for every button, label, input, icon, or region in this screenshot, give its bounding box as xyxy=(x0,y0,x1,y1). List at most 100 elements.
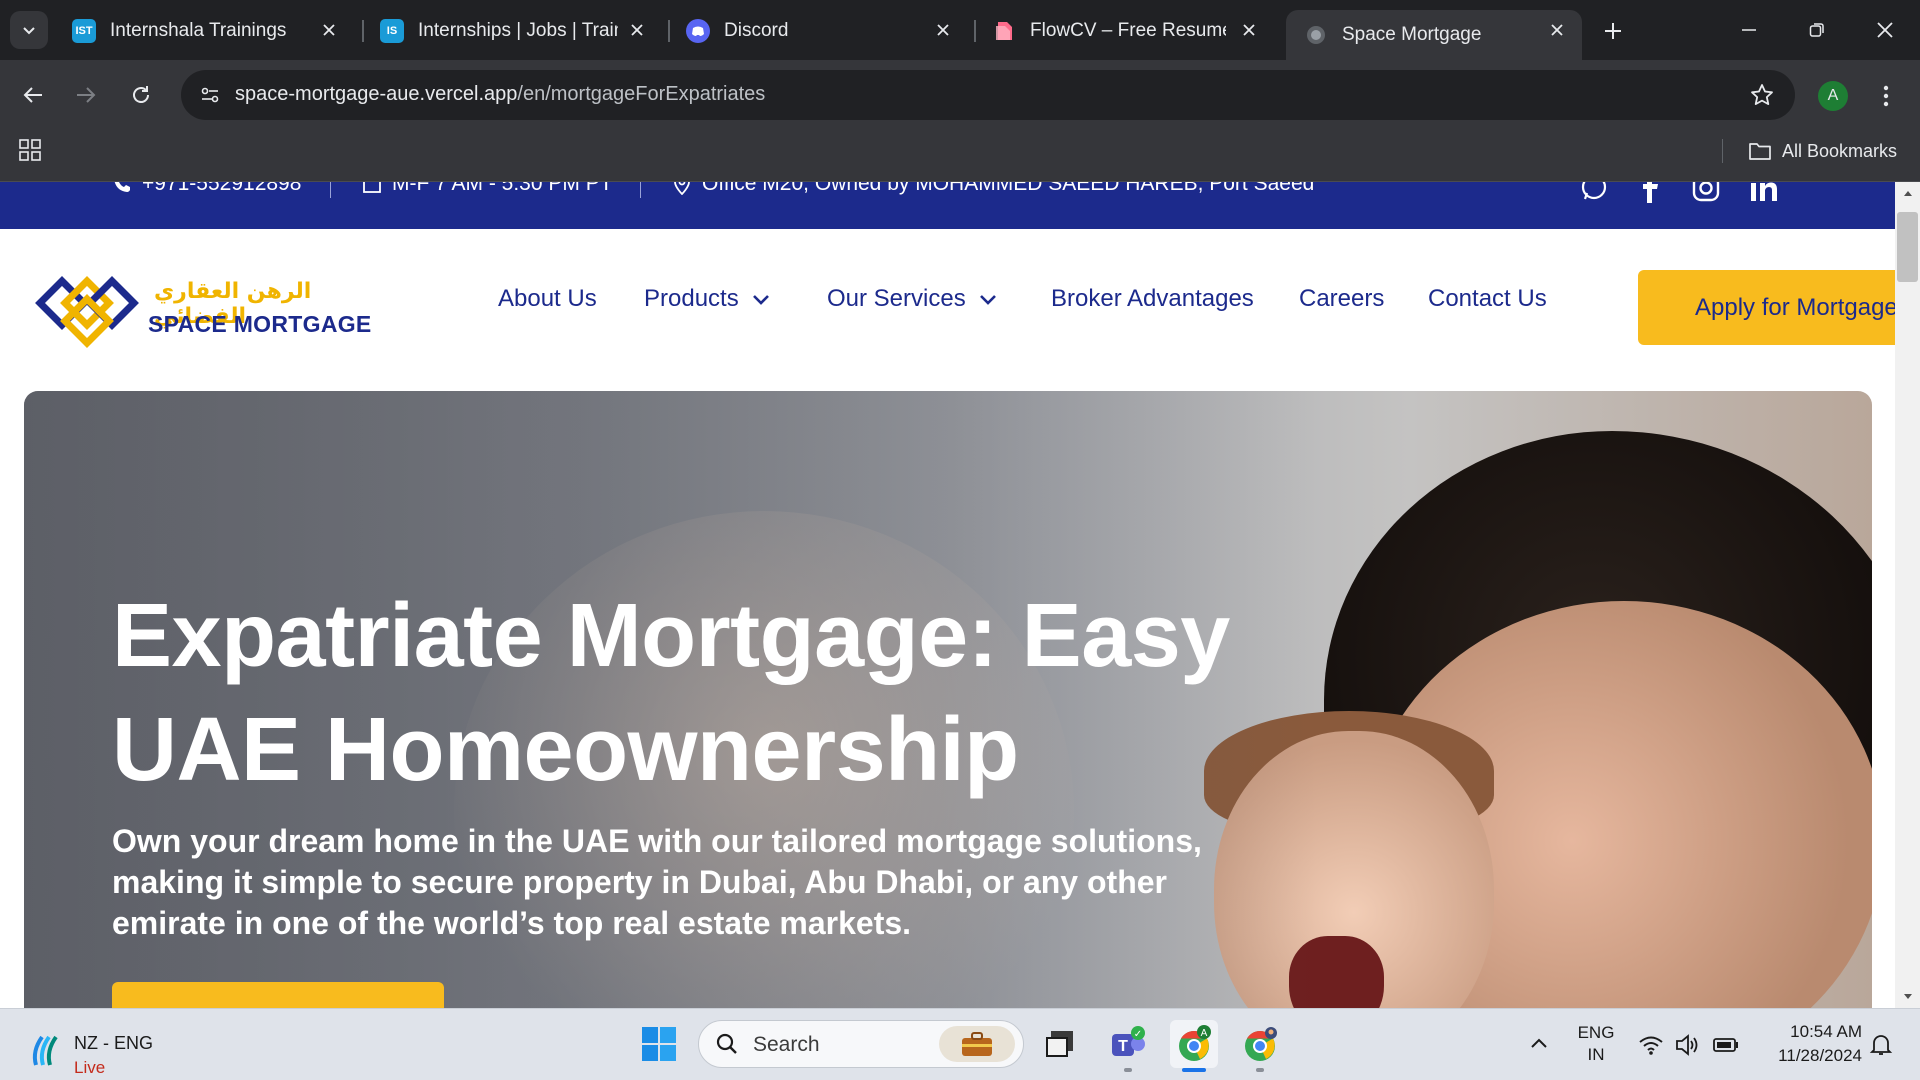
url-text: space-mortgage-aue.vercel.app/en/mortgag… xyxy=(235,83,765,106)
taskbar-chrome-profile[interactable]: A xyxy=(1170,1020,1218,1068)
taskbar-file-explorer[interactable] xyxy=(1036,1020,1084,1068)
taskbar-search[interactable]: Search xyxy=(698,1020,1024,1068)
hours-text: M-F 7 AM - 5:30 PM PT xyxy=(392,182,613,195)
input-language-indicator[interactable]: ENG IN xyxy=(1576,1022,1616,1066)
clock-time: 10:54 AM xyxy=(1790,1022,1862,1041)
minimize-button[interactable] xyxy=(1722,8,1776,52)
all-bookmarks-label: All Bookmarks xyxy=(1782,140,1898,161)
nav-careers[interactable]: Careers xyxy=(1299,279,1384,319)
topbar-phone[interactable]: +971-552912898 xyxy=(112,182,301,196)
tab-title: Space Mortgage xyxy=(1342,24,1482,45)
search-label: Search xyxy=(753,1033,820,1056)
chevron-down-icon xyxy=(979,295,996,305)
close-window-button[interactable] xyxy=(1858,8,1912,52)
address-bar[interactable]: space-mortgage-aue.vercel.app/en/mortgag… xyxy=(181,70,1795,120)
page-scrollbar[interactable] xyxy=(1895,182,1920,1008)
hero-subtitle-line3: emirate in one of the world’s top real e… xyxy=(112,905,912,941)
globe-icon xyxy=(1304,23,1328,47)
location-pin-icon xyxy=(674,182,690,195)
weather-title: NZ - ENG xyxy=(74,1033,153,1053)
site-logo[interactable]: الرهن العقاري الفضائي SPACE MORTGAGE xyxy=(32,273,382,349)
folder-icon xyxy=(1749,143,1771,160)
apps-grid-icon[interactable] xyxy=(18,138,42,162)
volume-icon[interactable] xyxy=(1674,1032,1700,1058)
topbar-hours: M-F 7 AM - 5:30 PM PT xyxy=(362,182,613,196)
apply-for-mortgage-button[interactable]: Apply for Mortgage xyxy=(1638,270,1910,345)
minimize-icon xyxy=(1742,29,1756,31)
logo-english-text: SPACE MORTGAGE xyxy=(148,311,372,337)
nav-our-services[interactable]: Our Services xyxy=(827,279,998,319)
start-button[interactable] xyxy=(641,1026,677,1062)
close-icon[interactable] xyxy=(1238,19,1260,41)
windows-logo-icon xyxy=(642,1027,676,1061)
battery-icon[interactable] xyxy=(1712,1032,1738,1058)
chrome-icon xyxy=(1245,1027,1277,1061)
tab-space-mortgage[interactable]: Space Mortgage xyxy=(1286,10,1582,60)
arrow-right-icon xyxy=(77,87,96,103)
scrollbar-thumb[interactable] xyxy=(1897,212,1918,282)
tab-title: Discord xyxy=(724,20,789,41)
facebook-icon[interactable] xyxy=(1634,182,1666,204)
apply-button-label: Apply for Mortgage xyxy=(1695,293,1898,321)
svg-text:T: T xyxy=(1118,1038,1128,1055)
all-bookmarks-button[interactable]: All Bookmarks xyxy=(1748,137,1897,165)
nav-products[interactable]: Products xyxy=(644,279,771,319)
tab-discord[interactable]: Discord xyxy=(668,10,968,52)
back-button[interactable] xyxy=(14,76,52,114)
close-icon[interactable] xyxy=(932,19,954,41)
topbar-divider xyxy=(330,182,331,198)
close-icon[interactable] xyxy=(626,19,648,41)
bookmarks-separator xyxy=(1722,139,1723,163)
chrome-menu-button[interactable] xyxy=(1872,80,1900,112)
nav-broker-advantages[interactable]: Broker Advantages xyxy=(1051,279,1254,319)
address-text: Office M20, Owned by MOHAMMED SAEED HARE… xyxy=(702,182,1315,195)
scroll-down-icon[interactable] xyxy=(1895,986,1920,1008)
profile-avatar[interactable]: A xyxy=(1818,81,1848,111)
hero-title: Expatriate Mortgage: Easy UAE Homeowners… xyxy=(112,579,1312,807)
hero-title-line2: UAE Homeownership xyxy=(112,700,1019,800)
taskbar-teams[interactable]: T ✓ xyxy=(1104,1020,1152,1068)
tab-internships-jobs[interactable]: IS Internships | Jobs | Training xyxy=(362,10,662,52)
close-icon[interactable] xyxy=(1546,19,1568,41)
url-host: space-mortgage-aue.vercel.app xyxy=(235,83,518,105)
nav-label: Careers xyxy=(1299,285,1385,312)
show-hidden-icons-chevron-icon[interactable] xyxy=(1528,1033,1550,1055)
nav-about-us[interactable]: About Us xyxy=(498,279,597,319)
tab-title: FlowCV – Free Resume Builder xyxy=(1030,20,1226,41)
tab-search-button[interactable] xyxy=(10,11,48,49)
hero-cta-button[interactable] xyxy=(112,982,444,1008)
nav-label: Products xyxy=(644,285,739,312)
forward-button[interactable] xyxy=(67,76,105,114)
chrome-profile-badge: A xyxy=(1201,1028,1208,1039)
new-tab-button[interactable] xyxy=(1596,14,1630,48)
restore-button[interactable] xyxy=(1790,8,1844,52)
nav-contact-us[interactable]: Contact Us xyxy=(1428,279,1547,319)
active-indicator xyxy=(1182,1068,1206,1072)
arrow-left-icon xyxy=(23,87,42,103)
weather-widget[interactable]: NZ - ENG Live xyxy=(28,1021,208,1077)
instagram-icon[interactable] xyxy=(1690,182,1722,204)
taskbar-chrome[interactable] xyxy=(1236,1020,1284,1068)
teams-badge: ✓ xyxy=(1134,1029,1142,1040)
whatsapp-icon[interactable] xyxy=(1578,182,1610,204)
notification-bell-icon[interactable] xyxy=(1868,1032,1894,1058)
linkedin-icon[interactable] xyxy=(1748,182,1780,204)
tab-flowcv[interactable]: FlowCV – Free Resume Builder xyxy=(974,10,1274,52)
hero-subtitle-line1: Own your dream home in the UAE with our … xyxy=(112,823,1202,859)
phone-text: +971-552912898 xyxy=(142,182,302,195)
weather-live-badge: Live xyxy=(74,1058,106,1077)
scroll-up-icon[interactable] xyxy=(1895,182,1920,204)
close-icon[interactable] xyxy=(318,19,340,41)
calendar-icon xyxy=(363,182,381,193)
hero-subtitle-line2: making it simple to secure property in D… xyxy=(112,864,1167,900)
bookmark-star-icon[interactable] xyxy=(1749,82,1775,108)
tab-title: Internships | Jobs | Training xyxy=(418,20,618,41)
chrome-icon: A xyxy=(1179,1025,1211,1061)
search-highlight-icon xyxy=(939,1026,1015,1062)
reload-button[interactable] xyxy=(122,76,160,114)
system-clock[interactable]: 10:54 AM 11/28/2024 xyxy=(1752,1020,1862,1068)
wifi-icon[interactable] xyxy=(1638,1032,1664,1058)
nav-label: Our Services xyxy=(827,285,966,312)
site-info-icon[interactable] xyxy=(195,80,225,110)
tab-internshala-trainings[interactable]: IST Internshala Trainings xyxy=(54,10,354,52)
